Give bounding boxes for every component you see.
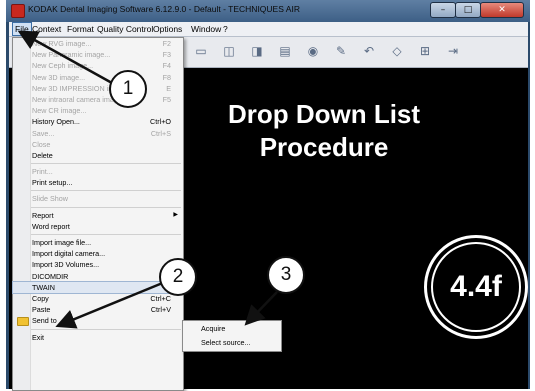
section-badge: 4.4f [424,235,528,339]
arrow-3 [244,291,278,326]
arrow-1 [17,30,113,85]
callout-1: 1 [109,70,147,108]
callout-3: 3 [267,256,305,294]
callout-2: 2 [159,258,197,296]
arrow-2 [55,280,166,329]
section-badge-label: 4.4f [431,242,521,332]
